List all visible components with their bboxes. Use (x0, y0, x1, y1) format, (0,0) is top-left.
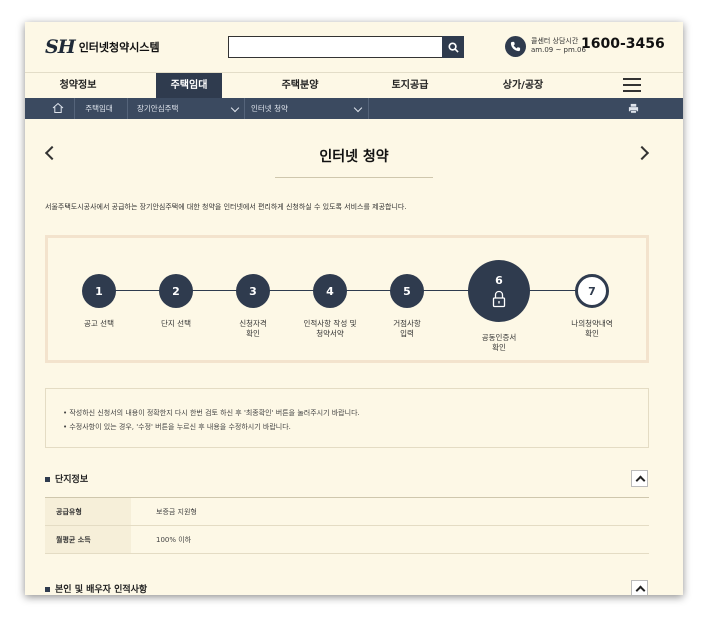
step-3-label-line2: 확인 (246, 329, 260, 338)
step-4-circle: 4 (313, 274, 347, 308)
phone-icon (505, 36, 526, 57)
breadcrumb-item-housing-rental[interactable]: 주택임대 (71, 98, 127, 119)
complex-info-table: 공급유형 보증금 지원형 월평균 소득 100% 이하 (45, 497, 649, 554)
notice-box: • 작성하신 신청서의 내용이 정확한지 다시 한번 검토 하신 후 '최종확인… (45, 388, 649, 448)
search-input[interactable] (229, 39, 439, 59)
step-6-label-line2: 확인 (492, 343, 506, 352)
nav-item-subscription-info[interactable]: 청약정보 (33, 73, 123, 99)
call-center-label: 콜센터 상담시간 (531, 37, 579, 45)
hamburger-menu-icon[interactable] (623, 78, 641, 94)
breadcrumb-item-long-term-housing[interactable]: 장기안심주택 (137, 98, 178, 119)
call-center-info: 콜센터 상담시간 am.09 ~ pm.06 (531, 37, 586, 55)
page-frame: SH 인터넷청약시스템 콜센터 상담시간 am.09 ~ pm.06 1600-… (25, 22, 683, 595)
nav-item-housing-rental[interactable]: 주택임대 (156, 73, 222, 99)
notice-line: • 작성하신 신청서의 내용이 정확한지 다시 한번 검토 하신 후 '최종확인… (63, 409, 360, 417)
main-nav: 청약정보 주택임대 주택분양 토지공급 상가/공장 (25, 72, 683, 99)
step-5-label-line2: 입력 (400, 329, 414, 338)
lock-icon (492, 290, 506, 308)
step-4-label-line2: 청약서약 (316, 329, 344, 338)
step-5-label: 거점사항 입력 (367, 319, 447, 339)
table-header-cell: 월평균 소득 (45, 526, 131, 553)
search-button[interactable] (442, 36, 464, 58)
nav-item-housing-sale[interactable]: 주택분양 (255, 73, 345, 99)
step-5-label-line1: 거점사항 (393, 319, 421, 328)
step-5-circle: 5 (390, 274, 424, 308)
header: SH 인터넷청약시스템 콜센터 상담시간 am.09 ~ pm.06 1600-… (25, 22, 683, 72)
step-1-label-line1: 공고 선택 (84, 319, 114, 328)
logo-text: 인터넷청약시스템 (78, 41, 160, 54)
table-header-cell: 공급유형 (45, 498, 131, 525)
table-cell: 보증금 지원형 (156, 508, 197, 516)
search-icon (447, 41, 459, 53)
nav-item-land-supply[interactable]: 토지공급 (365, 73, 455, 99)
breadcrumb: 주택임대 장기안심주택 인터넷 청약 (25, 98, 683, 119)
step-4-label: 인적사항 작성 및 청약서약 (290, 319, 370, 339)
step-6-label-line1: 공동인증서 (481, 333, 517, 342)
logo-mark: SH (45, 36, 76, 58)
step-6-circle-current: 6 (468, 260, 530, 322)
notice-line: • 수정사항이 있는 경우, '수정' 버튼을 누르신 후 내용을 수정하시기 … (63, 423, 291, 431)
breadcrumb-item-internet-subscription[interactable]: 인터넷 청약 (251, 98, 288, 119)
chevron-down-icon[interactable] (230, 103, 240, 113)
step-7-circle: 7 (575, 274, 609, 308)
call-center-hours: am.09 ~ pm.06 (531, 46, 586, 54)
nav-item-commercial-factory[interactable]: 상가/공장 (478, 73, 568, 99)
step-6-label: 공동인증서 확인 (459, 333, 539, 353)
step-3-label-line1: 신청자격 (239, 319, 267, 328)
step-2-label: 단지 선택 (136, 319, 216, 329)
page-title: 인터넷 청약 (319, 149, 389, 165)
table-row: 공급유형 보증금 지원형 (45, 498, 649, 526)
breadcrumb-divider (127, 98, 128, 119)
table-row: 월평균 소득 100% 이하 (45, 526, 649, 554)
collapse-complex-info-button[interactable] (631, 470, 648, 487)
step-3-label: 신청자격 확인 (213, 319, 293, 339)
chevron-down-icon[interactable] (353, 103, 363, 113)
step-2-circle: 2 (159, 274, 193, 308)
logo[interactable]: SH 인터넷청약시스템 (45, 36, 160, 58)
step-7-label-line1: 나의청약내역 (571, 319, 613, 328)
step-7-label-line2: 확인 (585, 329, 599, 338)
step-4-label-line1: 인적사항 작성 및 (303, 319, 357, 328)
title-underline (275, 177, 433, 178)
intro-text: 서울주택도시공사에서 공급하는 장기안심주택에 대한 청약을 인터넷에서 편리하… (45, 203, 407, 211)
step-1-label: 공고 선택 (59, 319, 139, 329)
collapse-personal-info-button[interactable] (631, 580, 648, 595)
breadcrumb-divider (368, 98, 369, 119)
call-center-number: 1600-3456 (581, 36, 665, 52)
print-icon[interactable] (628, 103, 639, 114)
step-1-circle: 1 (82, 274, 116, 308)
steps-panel (45, 235, 649, 363)
search-box (228, 36, 464, 59)
step-2-label-line1: 단지 선택 (161, 319, 191, 328)
section-title-personal-info: 본인 및 배우자 인적사항 (45, 582, 147, 595)
breadcrumb-divider (244, 98, 245, 119)
phone-glyph-icon (510, 41, 521, 52)
step-6-number: 6 (495, 274, 503, 287)
step-7-label: 나의청약내역 확인 (552, 319, 632, 339)
section-title-complex-info: 단지정보 (45, 472, 88, 485)
home-icon[interactable] (52, 102, 64, 114)
table-cell: 100% 이하 (156, 536, 192, 544)
step-3-circle: 3 (236, 274, 270, 308)
